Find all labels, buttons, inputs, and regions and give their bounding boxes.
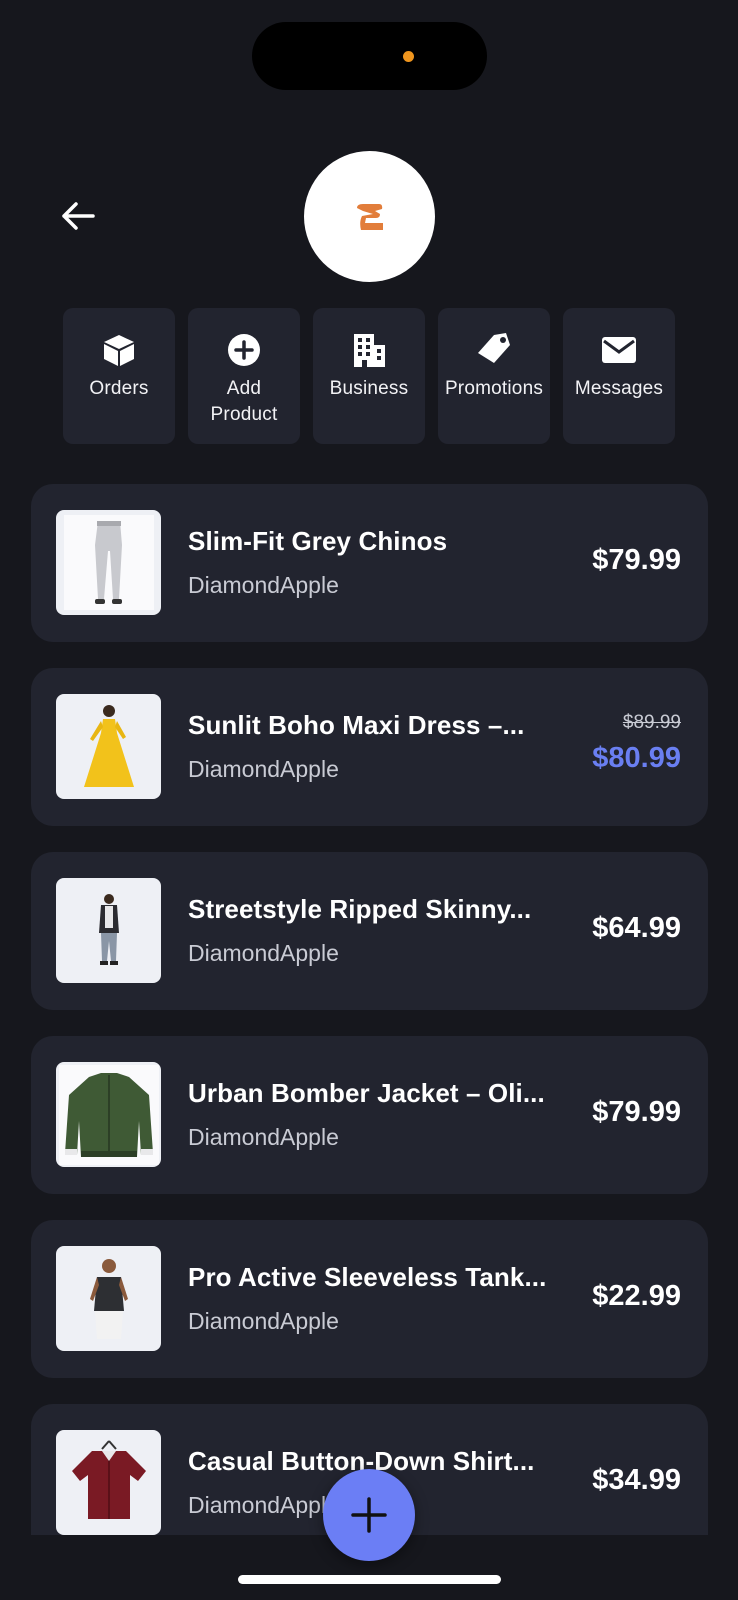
envelope-icon <box>599 330 639 370</box>
original-price: $89.99 <box>622 712 681 733</box>
product-card[interactable]: Slim-Fit Grey Chinos DiamondApple $79.99 <box>31 484 708 642</box>
product-title: Slim-Fit Grey Chinos <box>188 526 448 556</box>
product-price: $64.99 <box>592 912 681 944</box>
product-title: Pro Active Sleeveless Tank... <box>188 1262 547 1292</box>
add-product-label: Add Product <box>210 378 278 425</box>
product-title: Sunlit Boho Maxi Dress –... <box>188 710 525 740</box>
product-card[interactable]: Sunlit Boho Maxi Dress –... DiamondApple… <box>31 668 708 826</box>
business-button[interactable]: Business <box>313 308 425 444</box>
product-image <box>56 510 161 615</box>
product-price: $79.99 <box>592 1096 681 1128</box>
product-title: Urban Bomber Jacket – Oli... <box>188 1078 545 1108</box>
product-seller: DiamondApple <box>188 756 339 782</box>
product-seller: DiamondApple <box>188 572 339 598</box>
product-list: Slim-Fit Grey Chinos DiamondApple $79.99… <box>31 484 708 1535</box>
orders-label: Orders <box>89 378 149 399</box>
orders-button[interactable]: Orders <box>63 308 175 444</box>
building-icon <box>349 330 389 370</box>
business-label: Business <box>329 378 409 399</box>
product-image <box>56 694 161 799</box>
product-image <box>56 1430 161 1535</box>
product-card[interactable]: Streetstyle Ripped Skinny... DiamondAppl… <box>31 852 708 1010</box>
messages-label: Messages <box>574 378 664 399</box>
arrow-left-icon <box>62 202 95 230</box>
messages-button[interactable]: Messages <box>563 308 675 444</box>
quick-actions: Orders Add Product Business Promotions M… <box>63 308 675 444</box>
product-seller: DiamondApple <box>188 1124 339 1150</box>
product-price: $34.99 <box>592 1464 681 1496</box>
product-seller: DiamondApple <box>188 1492 339 1518</box>
home-indicator[interactable] <box>238 1575 501 1584</box>
dynamic-island <box>252 22 487 90</box>
product-price: $22.99 <box>592 1280 681 1312</box>
promotions-button[interactable]: Promotions <box>438 308 550 444</box>
product-image <box>56 1062 161 1167</box>
product-image <box>56 878 161 983</box>
store-logo <box>304 151 435 282</box>
camera-indicator-dot <box>403 51 414 62</box>
promotions-label: Promotions <box>444 378 544 399</box>
product-image <box>56 1246 161 1351</box>
add-product-fab[interactable] <box>323 1469 415 1561</box>
product-seller: DiamondApple <box>188 1308 339 1334</box>
tag-icon <box>474 330 514 370</box>
sale-price: $80.99 <box>592 742 681 774</box>
product-title: Streetstyle Ripped Skinny... <box>188 894 532 924</box>
plus-icon <box>351 1497 387 1533</box>
box-icon <box>99 330 139 370</box>
product-card[interactable]: Pro Active Sleeveless Tank... DiamondApp… <box>31 1220 708 1378</box>
add-product-button[interactable]: Add Product <box>188 308 300 444</box>
product-seller: DiamondApple <box>188 940 339 966</box>
product-price: $79.99 <box>592 544 681 576</box>
store-logo-icon <box>356 203 383 230</box>
back-button[interactable] <box>58 196 98 236</box>
product-card[interactable]: Urban Bomber Jacket – Oli... DiamondAppl… <box>31 1036 708 1194</box>
plus-circle-icon <box>224 330 264 370</box>
